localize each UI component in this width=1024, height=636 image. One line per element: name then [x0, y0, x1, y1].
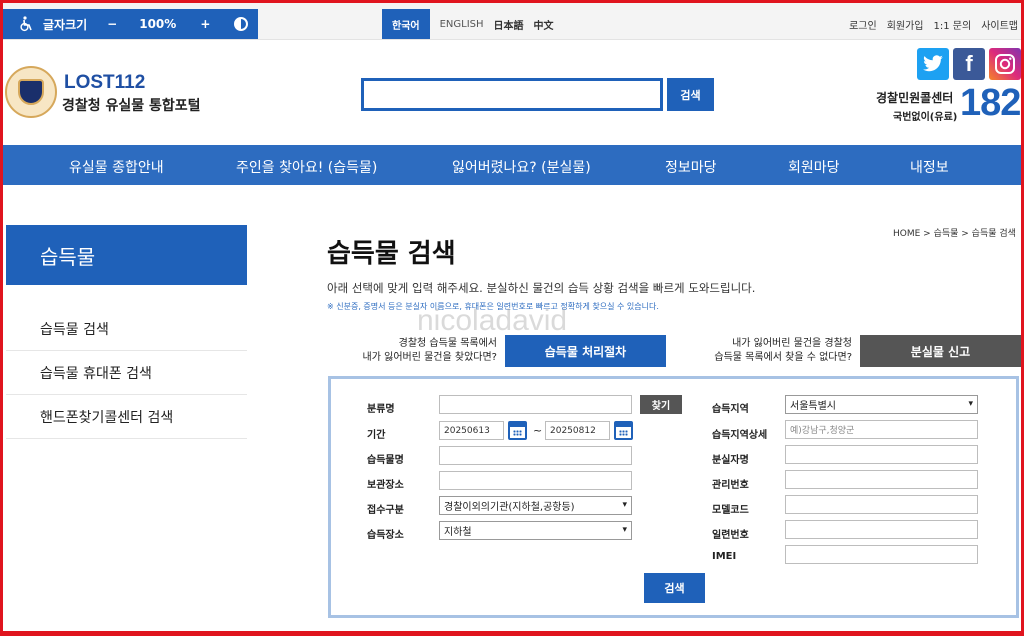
receipt-type-select[interactable]: 경찰이외의기관(지하철,공항등) ▾	[439, 496, 632, 515]
date-range-separator: ~	[533, 424, 543, 437]
nav-guide[interactable]: 유실물 종합안내	[69, 157, 164, 177]
calendar-to-icon[interactable]	[614, 421, 633, 440]
sidebar-heading: 습득물	[6, 225, 247, 285]
cta-right-line-2: 습득물 목록에서 찾을 수 없다면?	[714, 352, 852, 363]
region-value: 서울특별시	[790, 401, 836, 412]
wheelchair-icon	[17, 15, 35, 33]
page-description: 아래 선택에 맞게 입력 해주세요. 분실하신 물건의 습득 상황 검색을 빠르…	[327, 281, 756, 295]
sitemap-link[interactable]: 사이트맵	[981, 17, 1018, 32]
chevron-down-icon: ▾	[968, 399, 973, 409]
page-title: 습득물 검색	[327, 239, 456, 269]
font-size-label: 글자크기	[43, 17, 88, 32]
lang-japanese[interactable]: 日本語	[494, 17, 524, 32]
language-selector: 한국어 ENGLISH 日本語 中文	[382, 9, 554, 39]
lang-english[interactable]: ENGLISH	[440, 19, 484, 30]
cta-left-line-2: 내가 잃어버린 물건을 찾았다면?	[362, 352, 497, 363]
region-detail-input[interactable]: 예)강남구,청양군	[785, 420, 978, 439]
watermark: nicoladavid	[417, 304, 568, 337]
nav-found-items[interactable]: 주인을 찾아요! (습득물)	[236, 157, 377, 177]
found-place-label: 습득장소	[367, 530, 404, 541]
zoom-level: 100%	[139, 17, 177, 31]
process-procedure-button[interactable]: 습득물 처리절차	[505, 335, 666, 367]
login-link[interactable]: 로그인	[849, 17, 877, 32]
period-label: 기간	[367, 430, 386, 441]
report-lost-button[interactable]: 분실물 신고	[860, 335, 1021, 367]
police-badge-icon	[18, 79, 44, 105]
utility-links: 로그인 회원가입 1:1 문의 사이트맵	[839, 9, 1018, 39]
call-center-number: 182	[960, 82, 1021, 124]
sidebar-item-callcenter-search[interactable]: 핸드폰찾기콜센터 검색	[6, 395, 247, 439]
sidebar-item-found-search[interactable]: 습득물 검색	[6, 307, 247, 351]
screenshot-frame-bottom	[0, 631, 1024, 636]
owner-name-label: 분실자명	[712, 455, 749, 466]
search-input[interactable]	[361, 78, 663, 111]
item-name-input[interactable]	[439, 446, 632, 465]
font-increase-button[interactable]: +	[200, 17, 210, 31]
brand-title[interactable]: LOST112	[64, 72, 145, 94]
region-detail-label: 습득지역상세	[712, 430, 768, 441]
breadcrumb: HOME > 습득물 > 습득물 검색	[893, 229, 1016, 239]
category-input[interactable]	[439, 395, 632, 414]
model-code-input[interactable]	[785, 495, 978, 514]
main-nav: 유실물 종합안내 주인을 찾아요! (습득물) 잃어버렸나요? (분실물) 정보…	[3, 145, 1021, 185]
font-decrease-button[interactable]: −	[107, 17, 117, 31]
chevron-down-icon: ▾	[622, 500, 627, 510]
category-label: 분류명	[367, 404, 395, 415]
search-button[interactable]: 검색	[667, 78, 714, 111]
storage-label: 보관장소	[367, 480, 404, 491]
receipt-type-value: 경찰이외의기관(지하철,공항등)	[444, 502, 575, 513]
found-place-value: 지하철	[444, 527, 472, 538]
cta-right-text: 내가 잃어버린 물건을 경찰청 습득물 목록에서 찾을 수 없다면?	[690, 337, 852, 365]
twitter-icon[interactable]	[917, 48, 949, 80]
contrast-toggle-icon[interactable]	[234, 17, 249, 31]
region-select[interactable]: 서울특별시 ▾	[785, 395, 978, 414]
accessibility-bar: 글자크기 − 100% +	[3, 9, 258, 39]
nav-my-info[interactable]: 내정보	[910, 157, 949, 177]
serial-number-label: 일련번호	[712, 530, 749, 541]
signup-link[interactable]: 회원가입	[887, 17, 924, 32]
nav-info[interactable]: 정보마당	[665, 157, 717, 177]
inquiry-link[interactable]: 1:1 문의	[934, 17, 972, 32]
imei-label: IMEI	[712, 551, 737, 562]
calendar-from-icon[interactable]	[508, 421, 527, 440]
nav-members[interactable]: 회원마당	[788, 157, 840, 177]
region-label: 습득지역	[712, 404, 749, 415]
item-name-label: 습득물명	[367, 455, 404, 466]
lang-chinese[interactable]: 中文	[534, 17, 554, 32]
find-category-button[interactable]: 찾기	[640, 395, 682, 414]
serial-number-input[interactable]	[785, 520, 978, 539]
date-from-input[interactable]: 20250613	[439, 421, 504, 440]
receipt-type-label: 접수구분	[367, 505, 404, 516]
manage-number-input[interactable]	[785, 470, 978, 489]
call-center-title: 경찰민원콜센터	[876, 91, 954, 105]
instagram-icon[interactable]	[989, 48, 1021, 80]
brand-subtitle: 경찰청 유실물 통합포털	[62, 98, 201, 114]
facebook-icon[interactable]: f	[953, 48, 985, 80]
lang-korean[interactable]: 한국어	[382, 9, 430, 39]
found-place-select[interactable]: 지하철 ▾	[439, 521, 632, 540]
manage-number-label: 관리번호	[712, 480, 749, 491]
nav-lost-items[interactable]: 잃어버렸나요? (분실물)	[452, 157, 591, 177]
search-submit-button[interactable]: 검색	[644, 573, 705, 603]
call-center-subtitle: 국번없이(유료)	[893, 112, 958, 123]
sidebar-item-phone-search[interactable]: 습득물 휴대폰 검색	[6, 351, 247, 395]
storage-input[interactable]	[439, 471, 632, 490]
owner-name-input[interactable]	[785, 445, 978, 464]
top-utility-bar: 글자크기 − 100% + 한국어 ENGLISH 日本語 中文 로그인 회원가…	[0, 0, 1024, 40]
cta-left-line-1: 경찰청 습득물 목록에서	[398, 338, 497, 349]
imei-input[interactable]	[785, 545, 978, 564]
chevron-down-icon: ▾	[622, 525, 627, 535]
date-to-input[interactable]: 20250812	[545, 421, 610, 440]
cta-right-line-1: 내가 잃어버린 물건을 경찰청	[732, 338, 852, 349]
cta-left-text: 경찰청 습득물 목록에서 내가 잃어버린 물건을 찾았다면?	[340, 337, 497, 365]
model-code-label: 모델코드	[712, 505, 749, 516]
police-emblem-logo[interactable]	[5, 66, 57, 118]
